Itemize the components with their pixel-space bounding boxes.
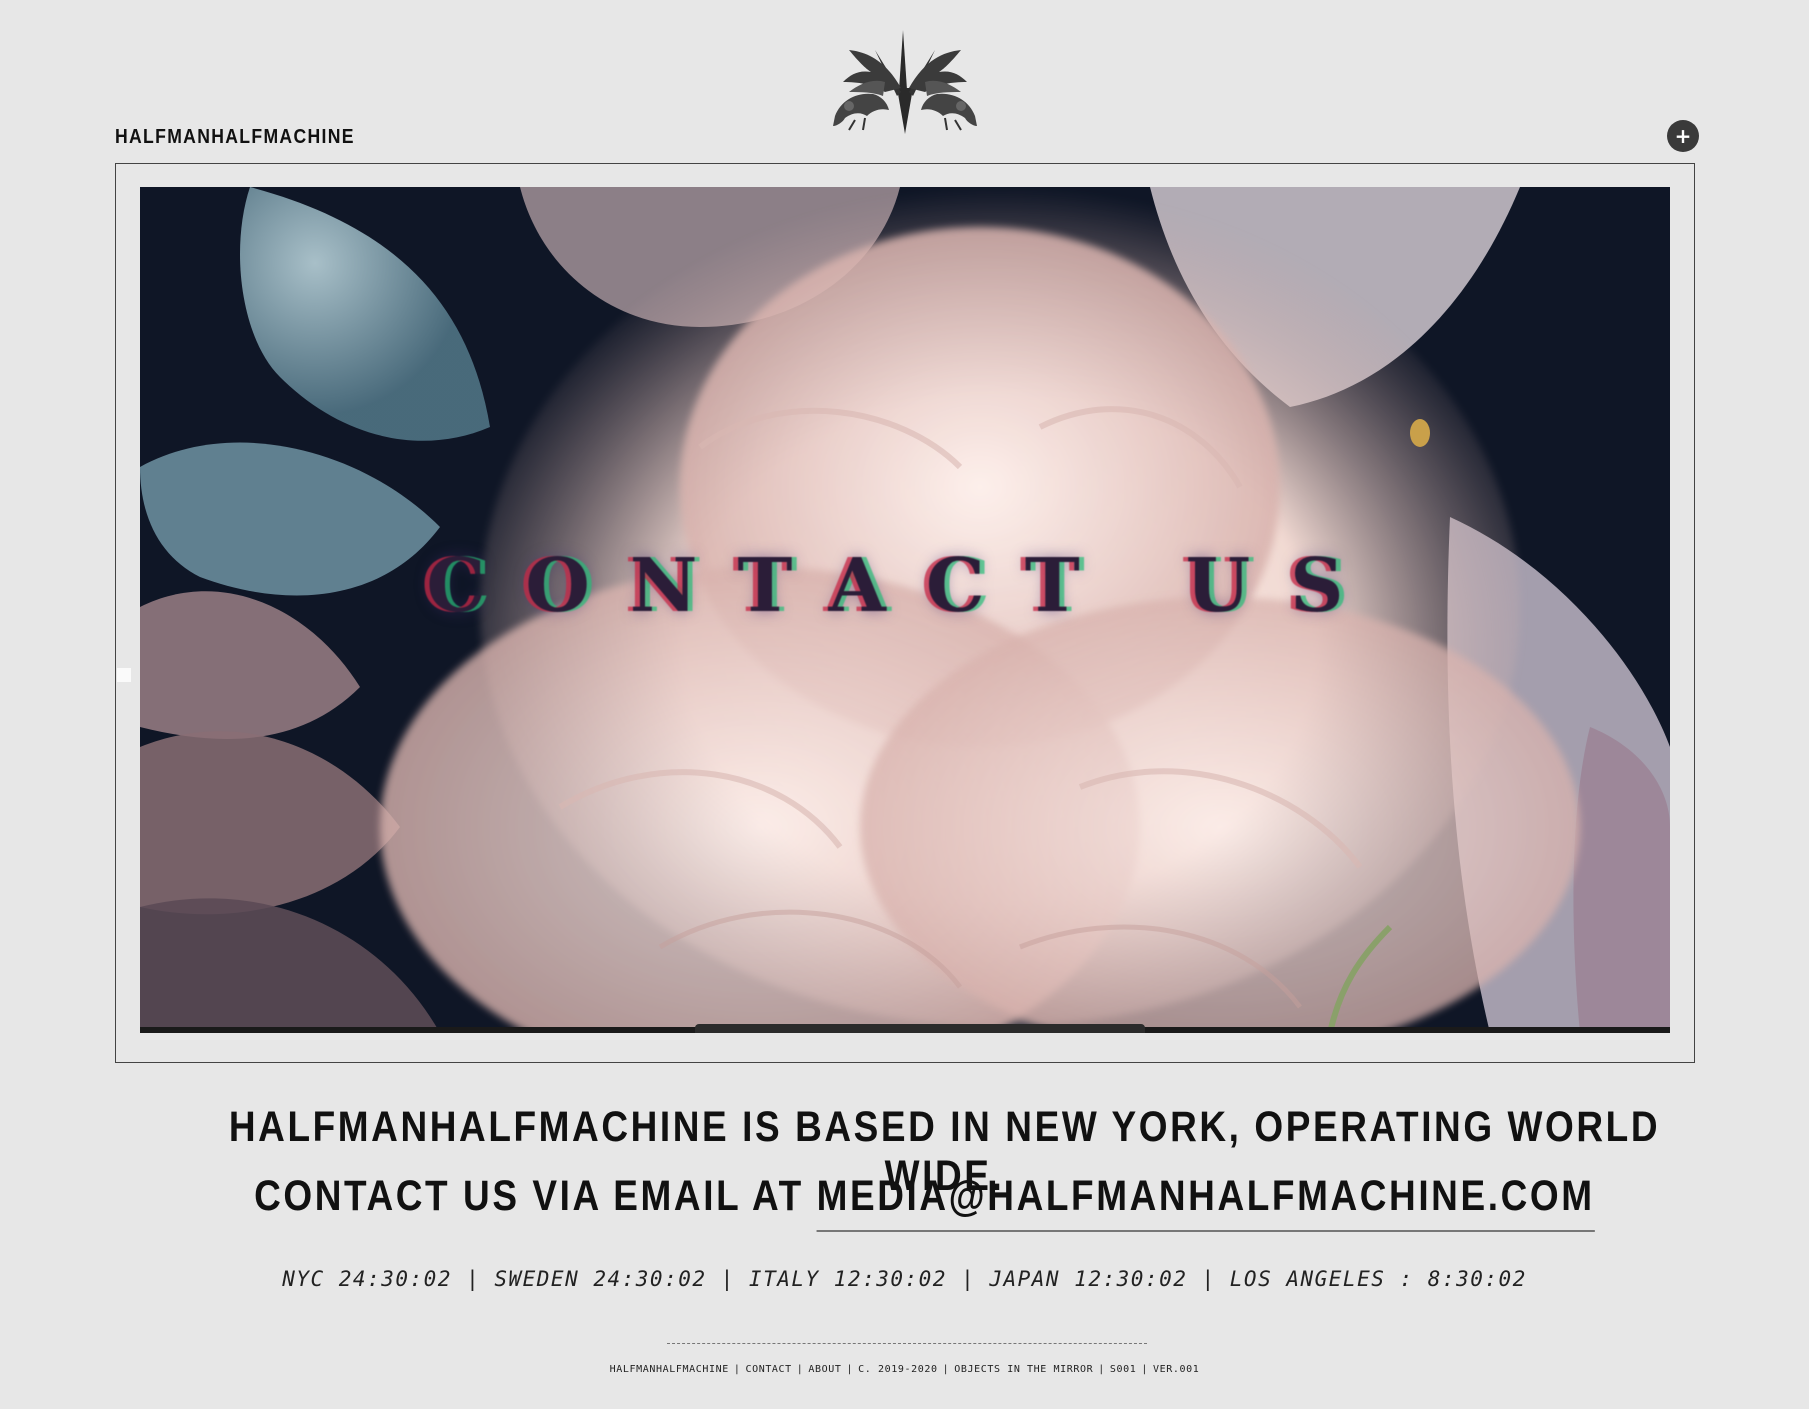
footer-contact-link[interactable]: CONTACT (745, 1364, 791, 1375)
plus-icon[interactable]: + (1667, 120, 1699, 152)
footer-version: VER.001 (1153, 1364, 1200, 1375)
footer-season: S001 (1109, 1364, 1137, 1375)
world-clocks: NYC 24:30:02 | SWEDEN 24:30:02 | ITALY 1… (282, 1267, 1527, 1291)
video-title: CONTACT US (426, 543, 1384, 629)
footer-separator: | (846, 1364, 854, 1375)
footer-objects-link[interactable]: OBJECTS IN THE MIRROR (954, 1364, 1093, 1375)
winged-beasts-emblem-icon[interactable] (815, 30, 995, 134)
side-handle[interactable] (117, 668, 131, 682)
footer-separator: | (1141, 1364, 1148, 1375)
footer-separator: | (733, 1364, 741, 1375)
brand-name[interactable]: HALFMANHALFMACHINE (115, 126, 355, 149)
footer-copyright: C. 2019-2020 (858, 1364, 938, 1375)
footer-nav: HALFMANHALFMACHINE | CONTACT | ABOUT | C. 2019… (0, 1364, 1809, 1375)
email-prefix: CONTACT US VIA EMAIL AT (254, 1172, 817, 1220)
footer-separator: | (942, 1364, 950, 1375)
email-statement: CONTACT US VIA EMAIL AT MEDIA@HALFMANHAL… (0, 1172, 1809, 1232)
footer-brand-link[interactable]: HALFMANHALFMACHINE (610, 1364, 729, 1375)
footer-separator: | (796, 1364, 804, 1375)
footer-divider (667, 1343, 1147, 1344)
hero-video[interactable]: CONTACT US (140, 187, 1670, 1033)
email-link[interactable]: MEDIA@HALFMANHALFMACHINE.COM (816, 1172, 1595, 1232)
plus-icon-glyph: + (1674, 124, 1692, 148)
video-progress-bar[interactable] (695, 1024, 1145, 1033)
footer-separator: | (1098, 1364, 1105, 1375)
footer-about-link[interactable]: ABOUT (808, 1364, 841, 1375)
